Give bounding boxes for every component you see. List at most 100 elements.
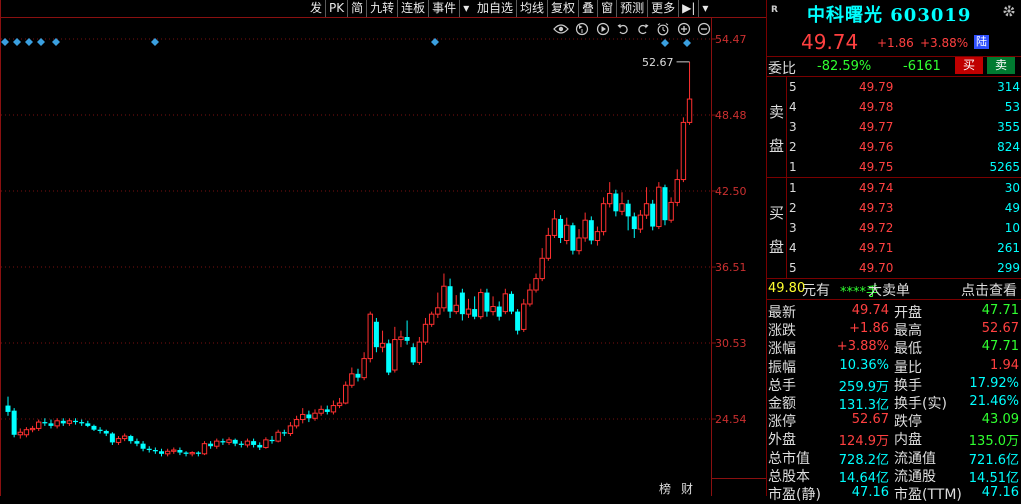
- zoom-in-icon[interactable]: [677, 22, 691, 36]
- buy-button[interactable]: 买: [955, 57, 983, 74]
- zoom-out-icon[interactable]: [697, 22, 711, 36]
- stat-label: 涨跌: [768, 323, 796, 340]
- gear-icon[interactable]: [1002, 4, 1016, 18]
- weibi-label: 委比: [768, 61, 796, 77]
- toolbar-item-more[interactable]: 更多: [648, 0, 680, 17]
- toolbar-item-add-watch[interactable]: 加自选: [474, 0, 518, 17]
- view-big-order-link[interactable]: 点击查看: [961, 280, 1017, 300]
- stat-row: 最新 49.74 开盘 47.71: [767, 302, 1021, 321]
- toolbar-item-overlay[interactable]: 叠: [579, 0, 599, 17]
- ask-qty: 824: [997, 140, 1020, 154]
- candle-body-down: [269, 439, 275, 442]
- stat-label: 振幅: [768, 359, 796, 376]
- stat-value: 52.67: [981, 321, 1019, 337]
- toolbar-item-lianban[interactable]: 连板: [398, 0, 430, 17]
- stat-value: 728.2亿: [838, 452, 889, 468]
- candlestick-chart[interactable]: 54.47 48.48 42.50 36.51 30.53 24.54 52.67: [0, 0, 766, 496]
- finance-tab[interactable]: 财: [681, 480, 693, 497]
- collapse-panel-icon[interactable]: ▶|: [679, 0, 700, 17]
- candle-body-up: [23, 429, 30, 436]
- bid-row[interactable]: 1 49.74 30: [787, 178, 1021, 198]
- candle-body-up: [189, 452, 195, 455]
- ask-row[interactable]: 3 49.77 355: [787, 117, 1021, 137]
- candle-body-down: [662, 187, 668, 221]
- toolbar-item-window[interactable]: 窗: [598, 0, 618, 17]
- bid-price: 49.71: [859, 241, 894, 255]
- stat-label: 换手(实): [894, 396, 947, 412]
- candle-body-up: [214, 440, 220, 447]
- stat-value: 10.36%: [839, 357, 889, 373]
- bid-price: 49.72: [859, 221, 894, 235]
- sell-button[interactable]: 卖: [987, 57, 1015, 74]
- stock-name[interactable]: 中科曙光 603019: [807, 1, 971, 27]
- candle-body-up: [600, 203, 607, 233]
- replay-icon[interactable]: [575, 22, 589, 36]
- candle-body-up: [521, 303, 527, 330]
- play-icon[interactable]: [596, 22, 610, 36]
- candle-body-up: [533, 278, 539, 291]
- toolbar-item-jian[interactable]: 简: [348, 0, 368, 17]
- candle-body-up: [607, 193, 613, 205]
- bid-level: 3: [789, 221, 797, 235]
- ask-price: 49.78: [859, 100, 894, 114]
- high-price-label: 52.67: [642, 56, 674, 69]
- stat-value: +3.88%: [836, 339, 889, 355]
- redo-icon[interactable]: [636, 22, 650, 36]
- bid-row[interactable]: 4 49.71 261: [787, 238, 1021, 258]
- ask-row[interactable]: 1 49.75 5265: [787, 157, 1021, 177]
- candle-body-up: [680, 121, 687, 181]
- candle-body-down: [103, 430, 109, 434]
- candle-body-down: [306, 414, 312, 419]
- stat-row: 振幅 10.36% 量比 1.94: [767, 357, 1021, 376]
- candle-body-up: [379, 342, 386, 348]
- candle-body-up: [686, 98, 693, 123]
- candle-body-up: [171, 449, 177, 452]
- chart-controls: [553, 20, 711, 38]
- panel-dropdown-icon[interactable]: ▾: [699, 0, 711, 17]
- ranking-tab[interactable]: 榜: [659, 480, 671, 497]
- ask-price: 49.75: [859, 160, 894, 174]
- candle-body-up: [343, 384, 349, 404]
- toolbar-item-jiuzhuan[interactable]: 九转: [367, 0, 399, 17]
- toolbar-item-forecast[interactable]: 预测: [617, 0, 649, 17]
- stat-label: 总市值: [768, 450, 810, 467]
- candle-body-up: [17, 431, 23, 436]
- candle-body-up: [244, 440, 251, 446]
- candle-body-down: [447, 286, 453, 312]
- ask-row[interactable]: 5 49.79 314: [787, 77, 1021, 97]
- toolbar-item-pk[interactable]: PK: [326, 0, 349, 17]
- ask-row[interactable]: 4 49.78 53: [787, 97, 1021, 117]
- candle-body-up: [478, 292, 484, 318]
- candle-body-down: [508, 293, 514, 312]
- big-order-type: 大卖单: [868, 283, 910, 299]
- candle-body-up: [330, 405, 337, 413]
- bid-book: 买 盘 1 49.74 30 2 49.73 49 3 49.72 10 4 49.71 261 5 49…: [767, 178, 1021, 279]
- stat-value: 135.0万: [968, 434, 1019, 450]
- stat-label: 外盘: [768, 432, 796, 449]
- alarm-clock-icon[interactable]: [656, 22, 670, 36]
- undo-icon[interactable]: [616, 22, 630, 36]
- candle-body-down: [208, 443, 214, 447]
- bid-level: 1: [789, 181, 797, 195]
- bid-row[interactable]: 2 49.73 49: [787, 198, 1021, 218]
- candle-body-up: [465, 308, 472, 315]
- ask-row[interactable]: 2 49.76 824: [787, 137, 1021, 157]
- r-label: R: [771, 5, 778, 15]
- bid-row[interactable]: 5 49.70 299: [787, 258, 1021, 278]
- bid-level: 5: [789, 261, 797, 275]
- toolbar-item-fuquan[interactable]: 复权: [548, 0, 580, 17]
- candle-body-up: [367, 313, 373, 360]
- candle-body-down: [472, 309, 478, 317]
- candle-body-down: [386, 343, 392, 373]
- eye-icon[interactable]: [553, 23, 569, 35]
- bid-row[interactable]: 3 49.72 10: [787, 218, 1021, 238]
- bid-price: 49.70: [859, 261, 894, 275]
- shijian-dropdown-icon[interactable]: ▾: [460, 0, 472, 17]
- candle-body-down: [85, 423, 91, 426]
- ask-qty: 355: [997, 120, 1020, 134]
- toolbar-item-ma[interactable]: 均线: [517, 0, 549, 17]
- toolbar-item-fa[interactable]: 发: [307, 0, 327, 17]
- stat-label: 涨幅: [768, 341, 796, 358]
- toolbar-item-shijian[interactable]: 事件: [429, 0, 461, 17]
- candle-body-up: [66, 420, 73, 424]
